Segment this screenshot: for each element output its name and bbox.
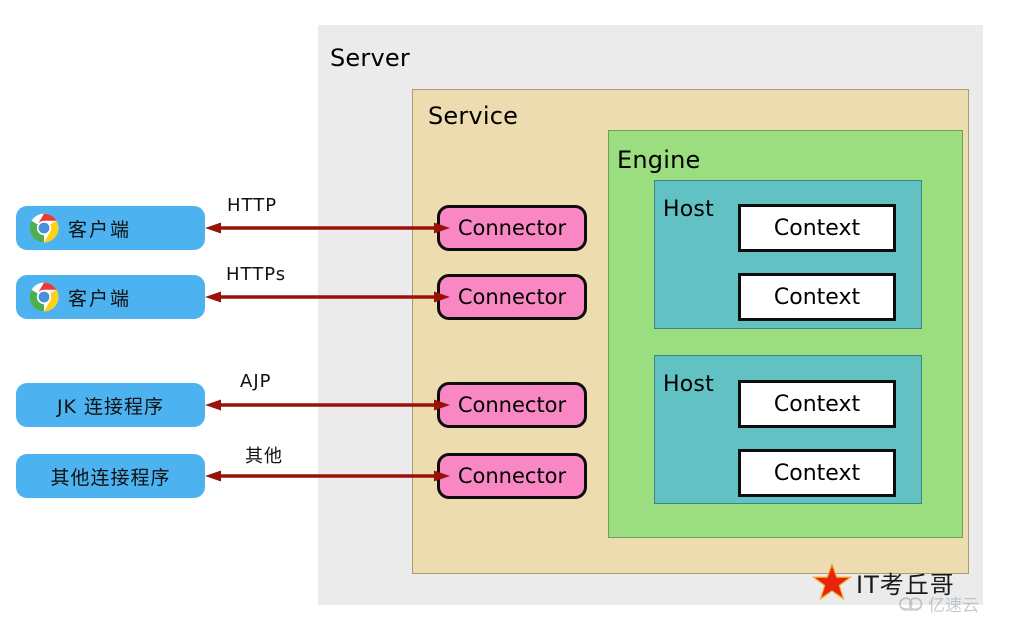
arrow-label-other: 其他 bbox=[245, 446, 283, 467]
connector-box-ajp: Connector bbox=[437, 382, 587, 428]
arrow-other bbox=[205, 470, 450, 482]
diagram-canvas: Server Service Engine Host Context Conte… bbox=[0, 0, 1009, 617]
chrome-icon bbox=[29, 213, 59, 243]
context-box: Context bbox=[738, 273, 896, 321]
host-title: Host bbox=[663, 372, 714, 397]
context-box: Context bbox=[738, 380, 896, 428]
client-box-https: 客户端 bbox=[16, 275, 205, 319]
connector-box-http: Connector bbox=[437, 205, 587, 251]
star-icon bbox=[812, 562, 852, 601]
client-label: JK 连接程序 bbox=[56, 395, 165, 418]
arrow-ajp bbox=[205, 399, 450, 411]
client-label: 其他连接程序 bbox=[50, 466, 171, 489]
site-watermark: 亿速云 bbox=[898, 591, 979, 616]
client-box-http: 客户端 bbox=[16, 206, 205, 250]
client-label: 客户端 bbox=[68, 287, 132, 310]
site-watermark-text: 亿速云 bbox=[928, 596, 979, 616]
host-title: Host bbox=[663, 197, 714, 222]
arrow-label-ajp: AJP bbox=[240, 371, 272, 392]
service-title: Service bbox=[428, 102, 519, 130]
connector-box-other: Connector bbox=[437, 453, 587, 499]
connector-box-https: Connector bbox=[437, 274, 587, 320]
engine-title: Engine bbox=[617, 146, 701, 174]
cloud-icon bbox=[899, 596, 923, 611]
arrow-https bbox=[205, 291, 450, 303]
arrow-http bbox=[205, 222, 450, 234]
client-box-other: 其他连接程序 bbox=[16, 454, 205, 498]
client-box-jk: JK 连接程序 bbox=[16, 383, 205, 427]
client-label: 客户端 bbox=[68, 218, 132, 241]
server-title: Server bbox=[330, 44, 410, 72]
arrow-label-https: HTTPs bbox=[226, 264, 287, 285]
context-box: Context bbox=[738, 204, 896, 252]
context-box: Context bbox=[738, 449, 896, 497]
arrow-label-http: HTTP bbox=[227, 195, 278, 216]
chrome-icon bbox=[29, 282, 59, 312]
